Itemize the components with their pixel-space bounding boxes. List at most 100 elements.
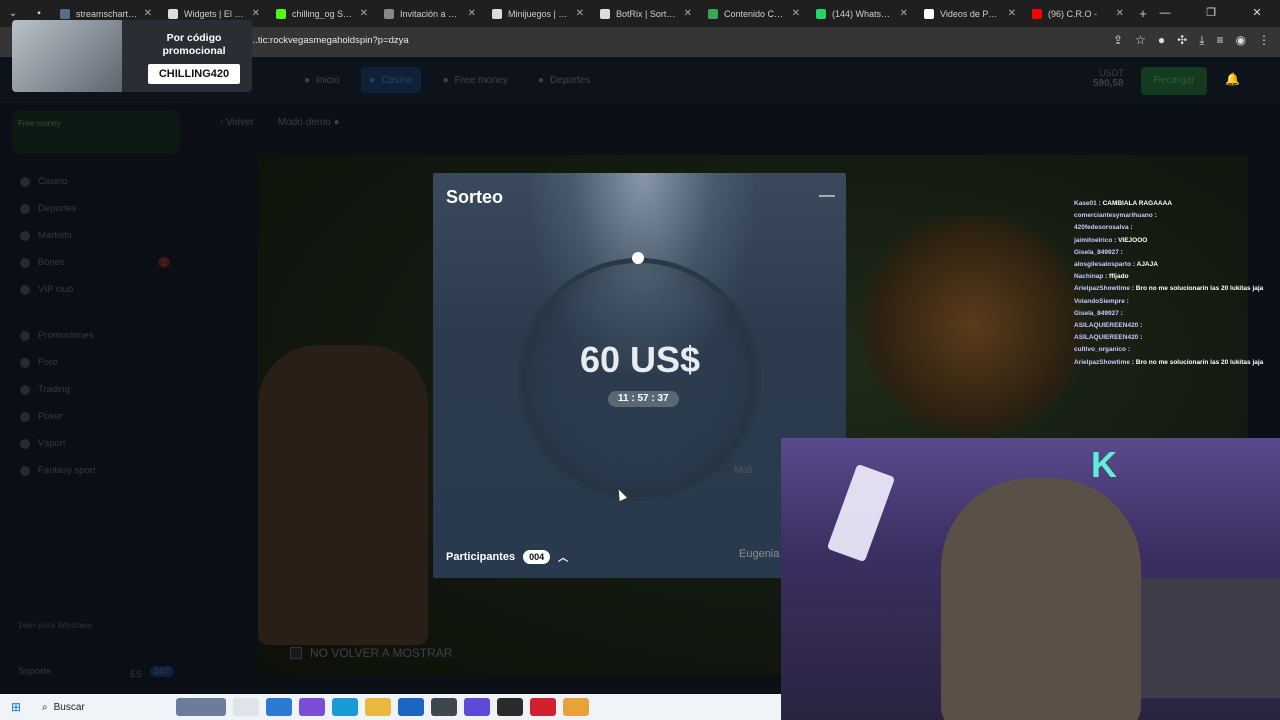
tab-close-icon[interactable]: ✕ bbox=[360, 8, 368, 19]
avatar[interactable]: ◉ bbox=[1236, 33, 1246, 48]
tab-close-icon[interactable]: ✕ bbox=[792, 8, 800, 19]
browser-tab[interactable]: (96) C.R.O - ✕ bbox=[1024, 0, 1132, 27]
chat-text: : bbox=[1120, 309, 1123, 317]
windows-start-icon[interactable]: ⊞ bbox=[0, 700, 32, 714]
participants-toggle[interactable]: Participantes 004 ︿ bbox=[446, 549, 568, 564]
balance-currency: USDT bbox=[1099, 68, 1124, 78]
browser-tab[interactable]: Contenido Chillin ✕ bbox=[700, 0, 808, 27]
install-icon[interactable]: ⇪ bbox=[1113, 33, 1123, 48]
browser-tab[interactable]: chilling_og Stream ✕ bbox=[268, 0, 376, 27]
widget-thumbnail[interactable] bbox=[175, 698, 226, 716]
chat-message: Kase01 : CAMBIALA RAGAAAA bbox=[1074, 198, 1280, 210]
chat-username: cultivo_organico bbox=[1074, 346, 1127, 354]
tab-close-icon[interactable]: ✕ bbox=[252, 8, 260, 19]
menu-icon[interactable]: ⋮ bbox=[1258, 33, 1270, 48]
app2-icon[interactable] bbox=[496, 698, 523, 716]
obs-icon[interactable] bbox=[463, 698, 490, 716]
url-field[interactable]: ...tic:rockvegasmegaholdspin?p=dzya bbox=[250, 35, 409, 46]
tab-close-icon[interactable]: ✕ bbox=[1116, 8, 1124, 19]
browser-tab[interactable]: Videos de Pedrit ✕ bbox=[916, 0, 1024, 27]
sidebar-item[interactable]: Promociones bbox=[20, 330, 170, 341]
nav-item[interactable]: ● Inicio bbox=[296, 67, 347, 93]
chat-username: ASILAQUIEREEN420 bbox=[1074, 322, 1139, 330]
minimize-icon[interactable]: — bbox=[819, 187, 835, 205]
stream-chat: Kase01 : CAMBIALA RAGAAAA comerciantesyma… bbox=[1074, 198, 1280, 369]
chat-message: cultivo_organico : bbox=[1074, 344, 1280, 356]
sidebar-item-icon bbox=[20, 411, 30, 422]
minimize-window-icon[interactable]: — bbox=[1142, 0, 1188, 27]
language-label: ES bbox=[130, 669, 143, 679]
demo-mode-toggle[interactable]: Modo demo ● bbox=[278, 117, 340, 128]
chat-message: ArielpazShowtime : Bro no me solucionari… bbox=[1074, 283, 1280, 295]
extensions-icon[interactable]: ✣ bbox=[1177, 33, 1187, 48]
browser-tab[interactable]: BotRix | Sorteos ✕ bbox=[592, 0, 700, 27]
close-window-icon[interactable]: ✕ bbox=[1234, 0, 1280, 27]
search-label: Buscar bbox=[53, 701, 85, 713]
chrome-icon[interactable] bbox=[562, 698, 589, 716]
taskbar-search[interactable]: ⌕ Buscar bbox=[32, 694, 172, 720]
sidebar-item-icon bbox=[20, 438, 30, 449]
tab-close-icon[interactable]: ✕ bbox=[144, 8, 152, 19]
tab-close-icon[interactable]: ✕ bbox=[576, 8, 584, 19]
nav-icon: ● bbox=[538, 74, 545, 86]
chat-username: VolandoSiempre bbox=[1074, 297, 1125, 305]
bookmark-star-icon[interactable]: ☆ bbox=[1135, 33, 1146, 48]
prize-amount: 60 US$ bbox=[579, 339, 701, 380]
dont-show-checkbox[interactable] bbox=[290, 647, 302, 659]
chat-username: Nachinap bbox=[1074, 273, 1104, 281]
bell-icon[interactable]: 🔔 bbox=[1225, 72, 1240, 86]
recharge-button[interactable]: Recargar bbox=[1141, 67, 1207, 95]
balance-display[interactable]: USDT 590,58 bbox=[1093, 68, 1124, 89]
free-money-card[interactable]: Free money bbox=[12, 111, 180, 153]
sidebar-item[interactable]: Casino bbox=[20, 176, 170, 187]
app-icon[interactable] bbox=[430, 698, 457, 716]
browser-tab[interactable]: Invitación a grupo ✕ bbox=[376, 0, 484, 27]
opera-icon[interactable] bbox=[529, 698, 556, 716]
edge-icon[interactable] bbox=[331, 698, 358, 716]
nav-item[interactable]: ● Free money bbox=[435, 67, 516, 93]
profile-icon[interactable]: ● bbox=[1158, 33, 1165, 48]
dont-show-again-option[interactable]: NO VOLVER A MOSTRAR bbox=[290, 646, 452, 660]
folder-icon[interactable] bbox=[364, 698, 391, 716]
sidebar-item-label: Deportes bbox=[38, 203, 77, 214]
dont-show-label: NO VOLVER A MOSTRAR bbox=[310, 646, 453, 660]
chevron-up-icon[interactable]: ︿ bbox=[558, 549, 568, 564]
sidebar-item[interactable]: Vsport bbox=[20, 438, 170, 449]
sidebar-item[interactable]: Poker bbox=[20, 411, 170, 422]
tab-group-icon[interactable]: ▪ bbox=[26, 8, 52, 19]
sidebar-item[interactable]: Fantasy sport bbox=[20, 465, 170, 476]
support-link[interactable]: Soporte bbox=[18, 666, 51, 677]
browser-tab[interactable]: (144) WhatsApp ✕ bbox=[808, 0, 916, 27]
windows-app-card[interactable]: 1win para Windows bbox=[18, 620, 92, 630]
tab-list-icon[interactable]: ⌄ bbox=[0, 8, 26, 19]
chat-username: alosgilesalosparto bbox=[1074, 261, 1132, 269]
copilot-icon[interactable] bbox=[298, 698, 325, 716]
chat-message: ASILAQUIEREEN420 : bbox=[1074, 320, 1280, 332]
outlook-icon[interactable] bbox=[397, 698, 424, 716]
tab-close-icon[interactable]: ✕ bbox=[684, 8, 692, 19]
task-view-icon[interactable] bbox=[232, 698, 259, 716]
streamer bbox=[941, 478, 1141, 720]
sidebar-item[interactable]: Deportes bbox=[20, 203, 170, 214]
sidebar-item[interactable]: Trading bbox=[20, 384, 170, 395]
tab-close-icon[interactable]: ✕ bbox=[468, 8, 476, 19]
nav-item[interactable]: ● Deportes bbox=[530, 67, 599, 93]
main-nav: ● Inicio ● Casino ● Free money ● Deportes bbox=[296, 67, 599, 93]
language-selector[interactable]: ES bbox=[130, 669, 142, 679]
nav-item[interactable]: ● Casino bbox=[361, 67, 421, 93]
tab-title: Videos de Pedrit bbox=[940, 8, 1002, 19]
sidebar-item[interactable]: Bonos 2 bbox=[20, 257, 170, 268]
chat-text: : bbox=[1126, 297, 1129, 305]
media-icon[interactable]: ≡ bbox=[1217, 33, 1224, 48]
maximize-window-icon[interactable]: ❐ bbox=[1188, 0, 1234, 27]
chat-text: : bbox=[1130, 224, 1133, 232]
browser-tab[interactable]: Minijuegos | El mej ✕ bbox=[484, 0, 592, 27]
sidebar-item[interactable]: Markets bbox=[20, 230, 170, 241]
sidebar-item[interactable]: Foro bbox=[20, 357, 170, 368]
tab-close-icon[interactable]: ✕ bbox=[1008, 8, 1016, 19]
back-button[interactable]: ‹ Volver bbox=[220, 117, 254, 128]
download-icon[interactable]: ⤓ bbox=[1199, 33, 1204, 48]
tab-close-icon[interactable]: ✕ bbox=[900, 8, 908, 19]
app-store-icon[interactable] bbox=[265, 698, 292, 716]
sidebar-item[interactable]: VIP club bbox=[20, 284, 170, 295]
